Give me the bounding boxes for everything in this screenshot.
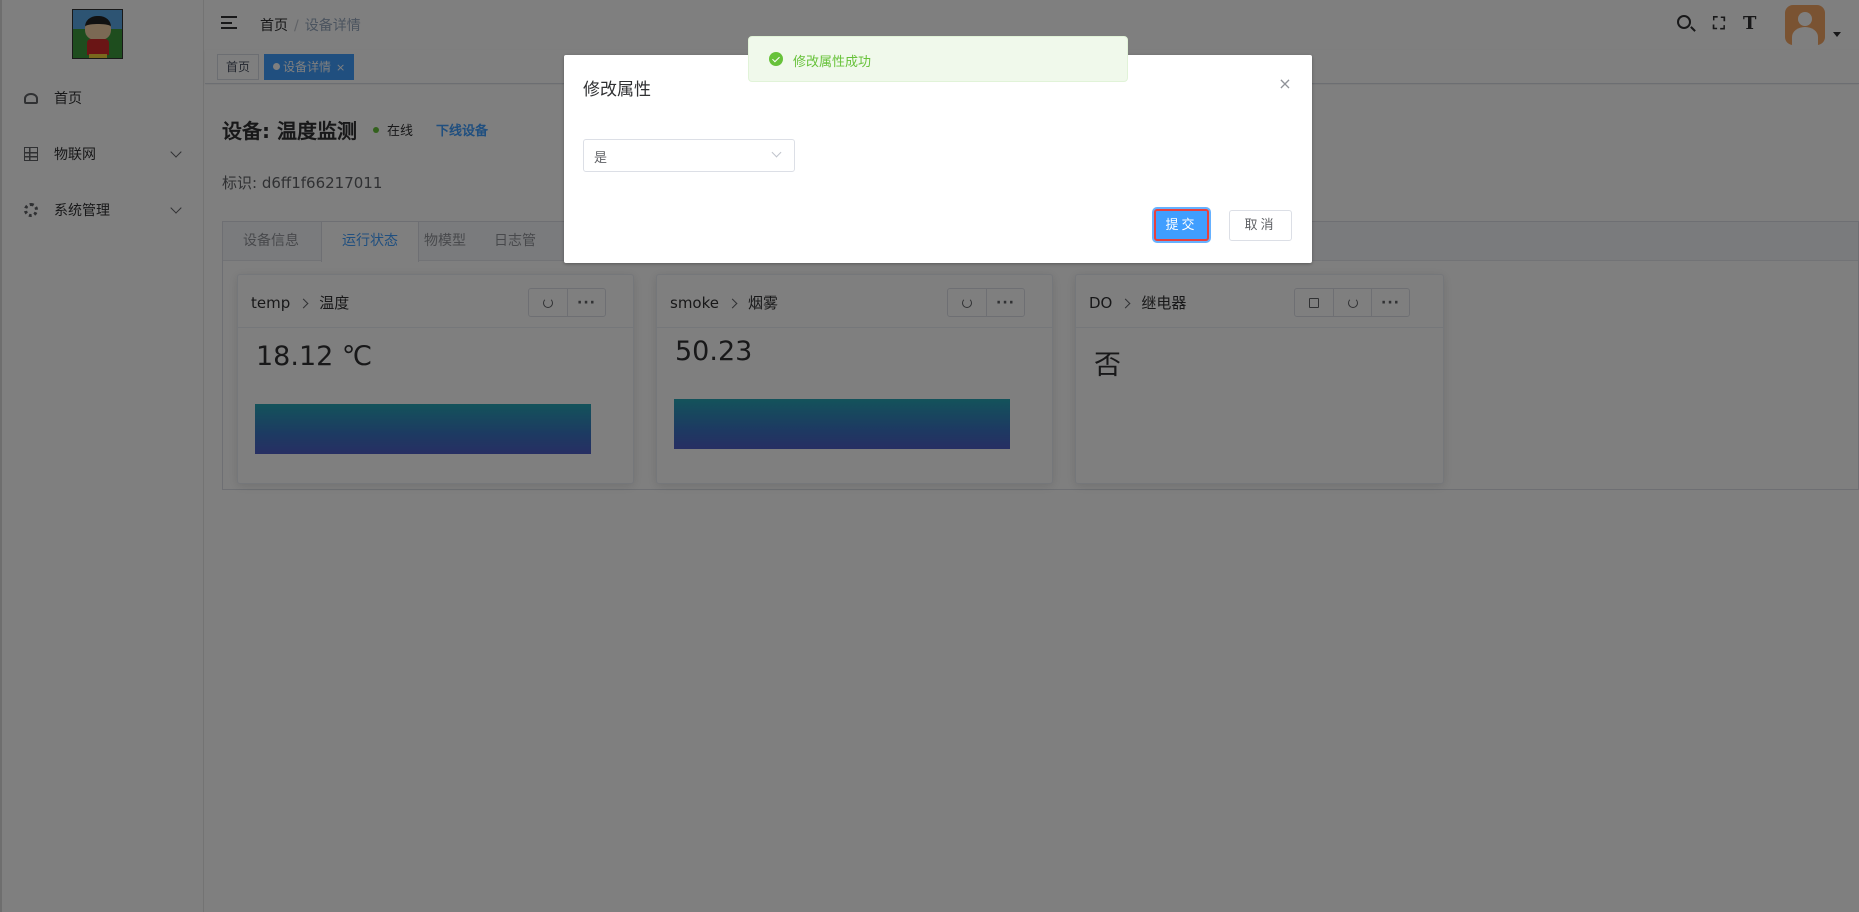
submit-button[interactable]: 提交 xyxy=(1154,209,1209,241)
toast-text: 修改属性成功 xyxy=(793,55,872,70)
success-message: 修改属性成功 xyxy=(748,36,1128,82)
chevron-down-icon xyxy=(771,147,782,158)
cancel-button[interactable]: 取消 xyxy=(1229,210,1292,241)
dialog-title: 修改属性 xyxy=(583,80,651,100)
check-circle-icon xyxy=(769,52,783,66)
close-icon[interactable]: × xyxy=(1278,76,1292,92)
select-value: 是 xyxy=(594,151,608,166)
value-select[interactable]: 是 xyxy=(583,139,795,172)
edit-property-dialog: 修改属性 × 是 提交 取消 xyxy=(564,55,1312,263)
